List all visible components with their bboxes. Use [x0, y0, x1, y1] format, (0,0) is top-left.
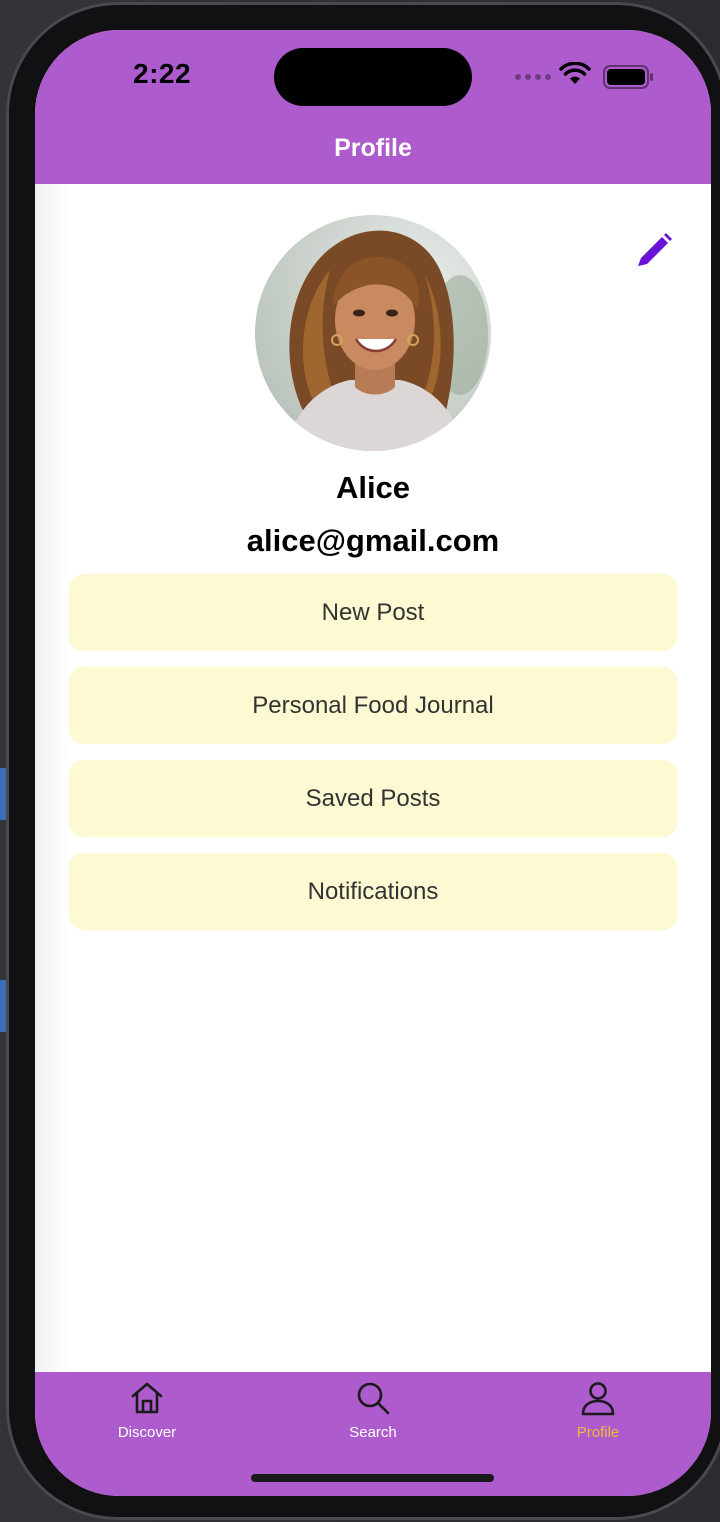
tab-profile[interactable]: Profile — [528, 1380, 668, 1452]
tab-discover[interactable]: Discover — [77, 1380, 217, 1452]
avatar — [255, 215, 491, 451]
search-icon — [357, 1382, 390, 1415]
new-post-button[interactable]: New Post — [69, 574, 677, 651]
home-indicator[interactable] — [251, 1474, 494, 1482]
bottom-tab-bar: Discover Search Profile — [35, 1372, 711, 1496]
battery-icon — [603, 65, 653, 89]
profile-name: Alice — [335, 470, 411, 505]
phone-frame: 2:22 Profile Alice alice@gmail.com New P… — [6, 2, 720, 1520]
home-icon — [131, 1382, 163, 1414]
edit-profile-button[interactable] — [633, 232, 673, 272]
app-screen: 2:22 Profile Alice alice@gmail.com New P… — [35, 30, 711, 1496]
profile-email: alice@gmail.com — [246, 523, 500, 558]
profile-photo — [255, 215, 491, 451]
status-time: 2:22 — [133, 58, 192, 89]
tab-search-label: Search — [349, 1424, 397, 1441]
cellular-signal-icon — [515, 74, 551, 80]
notifications-button[interactable]: Notifications — [69, 853, 677, 930]
tab-discover-label: Discover — [117, 1424, 177, 1441]
app-header: 2:22 Profile — [35, 30, 711, 184]
personal-food-journal-button[interactable]: Personal Food Journal — [69, 667, 677, 744]
tab-profile-label: Profile — [576, 1424, 620, 1441]
pencil-icon — [638, 233, 672, 266]
profile-content: Alice alice@gmail.com New Post Personal … — [35, 184, 711, 1372]
page-title: Profile — [334, 134, 412, 162]
person-icon — [581, 1382, 615, 1416]
saved-posts-button[interactable]: Saved Posts — [69, 760, 677, 837]
dynamic-island — [274, 48, 472, 106]
tab-search[interactable]: Search — [303, 1380, 443, 1452]
wifi-icon — [559, 62, 591, 84]
